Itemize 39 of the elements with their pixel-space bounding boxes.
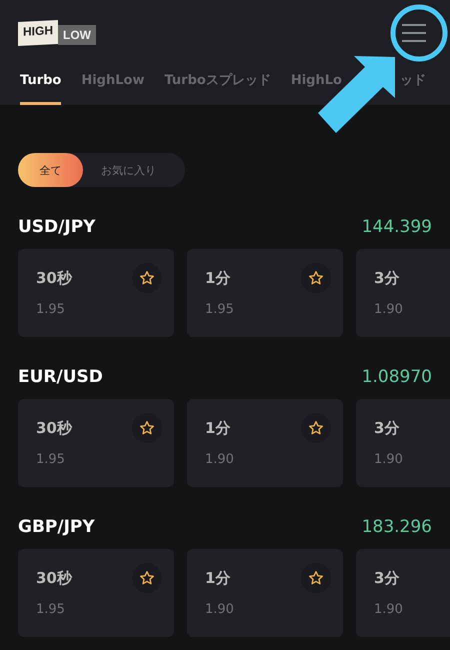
- duration: 30秒: [36, 268, 72, 288]
- payout: 1.90: [374, 602, 404, 617]
- price: 1.08970: [362, 367, 432, 387]
- duration: 30秒: [36, 418, 72, 438]
- option-card[interactable]: 1分 1.95: [187, 249, 343, 337]
- tab[interactable]: Turbo: [20, 71, 62, 105]
- payout: 1.95: [205, 302, 235, 317]
- option-card[interactable]: 1分 1.90: [187, 549, 343, 637]
- option-card[interactable]: 3分 1.90: [356, 249, 450, 337]
- duration: 30秒: [36, 568, 72, 588]
- option-card[interactable]: 30秒 1.95: [18, 249, 174, 337]
- currency-pair: GBP/JPY: [18, 517, 95, 537]
- currency-pair: USD/JPY: [18, 217, 96, 237]
- payout: 1.90: [205, 602, 235, 617]
- price: 144.399: [362, 217, 432, 237]
- payout: 1.90: [374, 302, 404, 317]
- logo: HIGH LOW: [18, 20, 96, 44]
- option-card[interactable]: 3分 1.90: [356, 549, 450, 637]
- duration: 3分: [374, 568, 400, 588]
- duration: 1分: [205, 268, 230, 288]
- duration: 3分: [374, 268, 400, 288]
- option-card[interactable]: 30秒 1.95: [18, 549, 174, 637]
- duration: 1分: [205, 418, 230, 438]
- payout: 1.90: [374, 452, 404, 467]
- highlight-circle: [390, 4, 448, 62]
- payout: 1.90: [205, 452, 235, 467]
- option-card[interactable]: 1分 1.90: [187, 399, 343, 487]
- option-card[interactable]: 30秒 1.95: [18, 399, 174, 487]
- filter-button[interactable]: お気に入り: [83, 153, 174, 187]
- currency-pair: EUR/USD: [18, 367, 103, 387]
- price: 183.296: [362, 517, 432, 537]
- duration: 1分: [205, 568, 230, 588]
- filter-button[interactable]: 全て: [18, 153, 83, 187]
- duration: 3分: [374, 418, 400, 438]
- payout: 1.95: [36, 602, 66, 617]
- menu-icon[interactable]: [400, 22, 428, 44]
- option-card[interactable]: 3分 1.90: [356, 399, 450, 487]
- payout: 1.95: [36, 452, 66, 467]
- payout: 1.95: [36, 302, 66, 317]
